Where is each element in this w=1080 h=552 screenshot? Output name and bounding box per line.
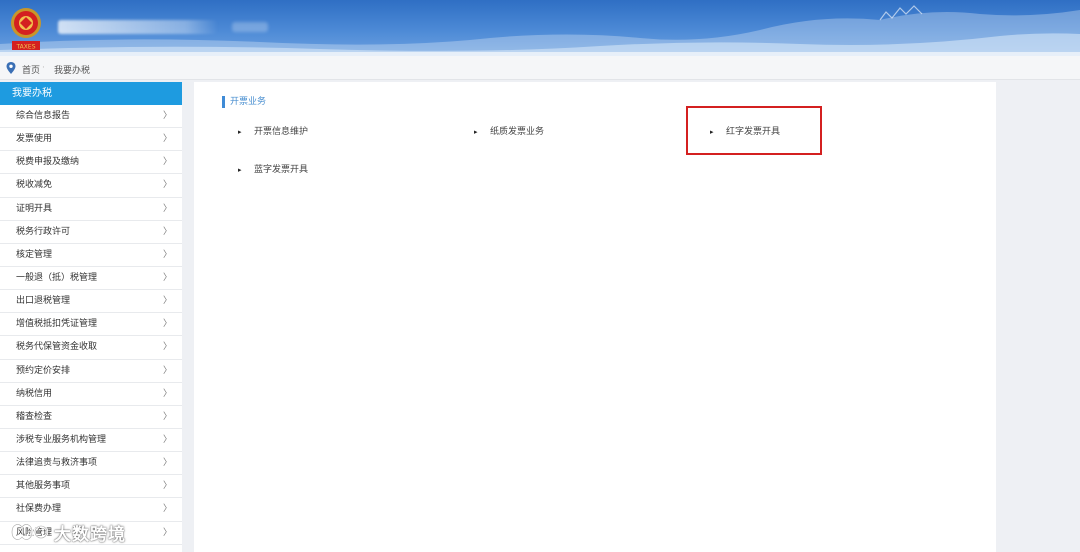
sidebar-item-label: 证明开具 (16, 203, 53, 214)
chevron-right-icon: 〉 (162, 342, 172, 353)
blue-invoice-issue-link[interactable]: ▸ 蓝字发票开具 (238, 164, 308, 176)
site-title-blurred (58, 20, 218, 34)
emblem-caption: TAXES (15, 44, 35, 51)
chevron-right-icon: 〉 (162, 319, 172, 330)
sidebar-item-label: 其他服务事项 (16, 481, 71, 492)
breadcrumb-separator: · (42, 63, 45, 73)
chevron-right-icon: 〉 (162, 226, 172, 237)
chevron-right-icon: 〉 (162, 504, 172, 515)
watermark-logo-icon (10, 523, 49, 541)
main-panel: 开票业务 ▸ 开票信息维护 ▸ 纸质发票业务 ▸ 红字发票开具 ▸ 蓝字发票开具 (194, 82, 996, 552)
breadcrumb-current: 我要办税 (54, 66, 91, 76)
sidebar-item-invoice-use[interactable]: 发票使用 〉 (0, 128, 182, 152)
sidebar-item-label: 税收减免 (16, 180, 53, 191)
sidebar-item-comprehensive-report[interactable]: 综合信息报告 〉 (0, 105, 182, 129)
entry-label: 开票信息维护 (254, 127, 309, 137)
sidebar-item-label: 税务代保管资金收取 (16, 342, 98, 353)
chevron-right-icon: 〉 (162, 527, 172, 538)
sidebar-item-label: 一般退（抵）税管理 (16, 272, 98, 283)
sidebar-item-tax-credit[interactable]: 纳税信用 〉 (0, 382, 182, 406)
sidebar-item-label: 税费申报及缴纳 (16, 157, 80, 168)
location-pin-icon (6, 62, 16, 74)
sidebar-item-label: 纳税信用 (16, 388, 53, 399)
chevron-right-icon: 〉 (162, 388, 172, 399)
sidebar-item-custody-funds[interactable]: 税务代保管资金收取 〉 (0, 336, 182, 360)
sidebar-item-refund-management[interactable]: 一般退（抵）税管理 〉 (0, 266, 182, 291)
sidebar-item-label: 税务行政许可 (16, 226, 71, 237)
sidebar-item-label: 涉税专业服务机构管理 (16, 434, 107, 445)
bullet-triangle-icon: ▸ (238, 166, 242, 174)
right-gutter (996, 82, 1080, 552)
site-subtitle-blurred (232, 22, 268, 32)
chevron-right-icon: 〉 (162, 434, 172, 445)
sidebar-item-export-refund[interactable]: 出口退税管理 〉 (0, 290, 182, 314)
sidebar-item-label: 预约定价安排 (16, 365, 71, 376)
breadcrumb: 首页 · 我要办税 (0, 56, 1080, 80)
sidebar-item-tax-filing[interactable]: 税费申报及缴纳 〉 (0, 151, 182, 175)
chevron-right-icon: 〉 (162, 111, 172, 121)
tax-emblem-icon: TAXES (11, 8, 41, 51)
sidebar-item-vat-deduction[interactable]: 增值税抵扣凭证管理 〉 (0, 313, 182, 337)
entry-label: 纸质发票业务 (490, 127, 545, 137)
sidebar-item-legal-remedies[interactable]: 法律追责与救济事项 〉 (0, 452, 182, 476)
watermark-text: 大数跨境 (54, 524, 126, 545)
chevron-right-icon: 〉 (162, 365, 172, 376)
sidebar-item-label: 综合信息报告 (16, 111, 71, 121)
chevron-right-icon: 〉 (162, 458, 172, 469)
sidebar-item-label: 法律追责与救济事项 (16, 458, 98, 469)
chevron-right-icon: 〉 (162, 134, 172, 145)
sidebar-item-label: 出口退税管理 (16, 296, 71, 307)
section-title: 开票业务 (230, 97, 267, 107)
sidebar-item-certificates[interactable]: 证明开具 〉 (0, 197, 182, 221)
sidebar-item-assessment-management[interactable]: 核定管理 〉 (0, 243, 182, 267)
sidebar-item-label: 社保费办理 (16, 504, 62, 515)
chevron-right-icon: 〉 (162, 180, 172, 191)
entry-label: 蓝字发票开具 (254, 165, 309, 175)
chevron-right-icon: 〉 (162, 411, 172, 422)
sidebar-item-label: 核定管理 (16, 249, 53, 260)
sidebar-title[interactable]: 我要办税 (0, 82, 182, 105)
section-header: 开票业务 (222, 96, 266, 108)
section-accent-bar (222, 96, 225, 108)
sidebar-item-administrative-license[interactable]: 税务行政许可 〉 (0, 220, 182, 244)
chevron-right-icon: 〉 (162, 203, 172, 214)
annotation-highlight-box (686, 106, 822, 155)
breadcrumb-home-link[interactable]: 首页 (22, 63, 40, 76)
chevron-right-icon: 〉 (162, 157, 172, 168)
invoice-info-maintenance-link[interactable]: ▸ 开票信息维护 (238, 126, 308, 138)
watermark: 大数跨境 (8, 518, 126, 546)
bullet-triangle-icon: ▸ (238, 128, 242, 136)
sidebar-item-label: 稽查检查 (16, 411, 53, 422)
chevron-right-icon: 〉 (162, 272, 172, 283)
chevron-right-icon: 〉 (162, 249, 172, 260)
sidebar-item-service-agencies[interactable]: 涉税专业服务机构管理 〉 (0, 428, 182, 453)
sidebar-item-tax-relief[interactable]: 税收减免 〉 (0, 174, 182, 198)
chevron-right-icon: 〉 (162, 296, 172, 307)
sidebar-item-other-services[interactable]: 其他服务事项 〉 (0, 475, 182, 499)
sidebar-item-label: 增值税抵扣凭证管理 (16, 319, 98, 330)
site-header: TAXES (0, 0, 1080, 56)
sidebar-item-label: 发票使用 (16, 134, 53, 145)
sidebar-nav: 我要办税 综合信息报告〉 发票使用〉 税费申报及缴纳〉 税收减免〉 证明开具〉 … (0, 82, 182, 552)
sidebar-item-inspection[interactable]: 稽查检查 〉 (0, 405, 182, 429)
bullet-triangle-icon: ▸ (474, 128, 478, 136)
paper-invoice-link[interactable]: ▸ 纸质发票业务 (474, 126, 544, 138)
sidebar-item-pricing-arrangement[interactable]: 预约定价安排 〉 (0, 359, 182, 383)
chevron-right-icon: 〉 (162, 481, 172, 492)
